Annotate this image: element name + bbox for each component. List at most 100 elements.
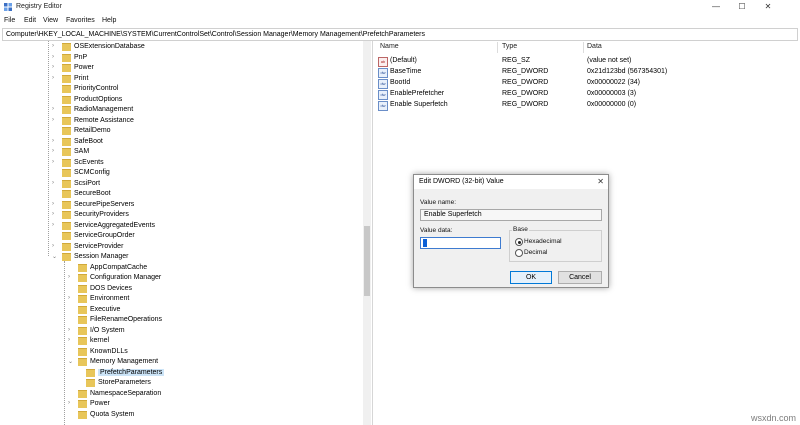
chevron-right-icon[interactable]: › bbox=[52, 201, 59, 209]
column-divider[interactable] bbox=[497, 42, 498, 53]
folder-icon bbox=[62, 138, 71, 146]
minimize-button[interactable]: — bbox=[704, 0, 728, 14]
dialog-title-bar: Edit DWORD (32-bit) Value ✕ bbox=[414, 175, 608, 189]
string-value-icon: ab bbox=[378, 57, 388, 67]
folder-icon bbox=[62, 159, 71, 167]
title-bar: Registry Editor — ☐ ✕ bbox=[0, 0, 800, 14]
chevron-right-icon[interactable]: › bbox=[52, 180, 59, 188]
chevron-right-icon[interactable]: › bbox=[52, 117, 59, 125]
dialog-close-button[interactable]: ✕ bbox=[597, 177, 604, 186]
chevron-right-icon[interactable]: › bbox=[68, 295, 75, 303]
watermark: wsxdn.com bbox=[750, 413, 796, 423]
chevron-right-icon[interactable]: › bbox=[52, 106, 59, 114]
chevron-right-icon[interactable]: › bbox=[52, 159, 59, 167]
value-row[interactable]: dw EnablePrefetcher REG_DWORD 0x00000003… bbox=[374, 89, 794, 100]
base-group bbox=[509, 230, 602, 262]
base-label: Base bbox=[512, 226, 529, 233]
chevron-down-icon[interactable]: ⌄ bbox=[68, 358, 75, 366]
value-data-input[interactable] bbox=[420, 237, 501, 249]
column-divider[interactable] bbox=[583, 42, 584, 53]
folder-icon bbox=[62, 169, 71, 177]
folder-icon bbox=[62, 201, 71, 209]
decimal-radio[interactable] bbox=[515, 249, 523, 257]
column-header-name[interactable]: Name bbox=[380, 43, 399, 53]
menu-view[interactable]: View bbox=[43, 17, 58, 24]
folder-icon bbox=[78, 295, 87, 303]
address-bar[interactable]: Computer\HKEY_LOCAL_MACHINE\SYSTEM\Curre… bbox=[2, 28, 798, 41]
chevron-right-icon[interactable]: › bbox=[52, 54, 59, 62]
column-header-type[interactable]: Type bbox=[502, 43, 517, 53]
folder-icon bbox=[78, 411, 87, 419]
folder-icon bbox=[62, 106, 71, 114]
folder-icon bbox=[62, 43, 71, 51]
folder-icon bbox=[62, 190, 71, 198]
chevron-right-icon[interactable]: › bbox=[52, 211, 59, 219]
chevron-right-icon[interactable]: › bbox=[68, 274, 75, 282]
ok-button[interactable]: OK bbox=[510, 271, 552, 284]
value-row[interactable]: dw Enable Superfetch REG_DWORD 0x0000000… bbox=[374, 100, 794, 111]
close-button[interactable]: ✕ bbox=[756, 0, 780, 14]
folder-icon bbox=[78, 400, 87, 408]
menu-file[interactable]: File bbox=[4, 17, 15, 24]
folder-icon bbox=[62, 54, 71, 62]
chevron-right-icon[interactable]: › bbox=[52, 148, 59, 156]
chevron-right-icon[interactable]: › bbox=[52, 75, 59, 83]
folder-icon bbox=[62, 222, 71, 230]
folder-icon bbox=[62, 96, 71, 104]
chevron-down-icon[interactable]: ⌄ bbox=[52, 253, 59, 261]
value-name-field: Enable Superfetch bbox=[420, 209, 602, 221]
dword-value-icon: dw bbox=[378, 68, 388, 78]
tree-scrollbar[interactable] bbox=[363, 41, 371, 425]
edit-dword-dialog: Edit DWORD (32-bit) Value ✕ Value name: … bbox=[413, 174, 609, 288]
column-header-data[interactable]: Data bbox=[587, 43, 602, 53]
folder-icon bbox=[78, 348, 87, 356]
dword-value-icon: dw bbox=[378, 101, 388, 111]
folder-icon bbox=[78, 285, 87, 293]
dword-value-icon: dw bbox=[378, 90, 388, 100]
cancel-button[interactable]: Cancel bbox=[558, 271, 602, 284]
value-row[interactable]: dw BaseTime REG_DWORD 0x21d123bd (567354… bbox=[374, 67, 794, 78]
registry-editor-icon bbox=[4, 3, 12, 11]
folder-icon bbox=[62, 211, 71, 219]
maximize-button[interactable]: ☐ bbox=[730, 0, 754, 14]
chevron-right-icon[interactable]: › bbox=[68, 400, 75, 408]
address-path: Computer\HKEY_LOCAL_MACHINE\SYSTEM\Curre… bbox=[6, 31, 425, 38]
folder-icon bbox=[62, 148, 71, 156]
selected-text bbox=[423, 239, 427, 247]
folder-icon bbox=[78, 306, 87, 314]
folder-icon bbox=[62, 253, 71, 261]
chevron-right-icon[interactable]: › bbox=[52, 138, 59, 146]
menu-bar: File Edit View Favorites Help bbox=[0, 14, 800, 27]
chevron-right-icon[interactable]: › bbox=[52, 64, 59, 72]
chevron-right-icon[interactable]: › bbox=[52, 43, 59, 51]
menu-edit[interactable]: Edit bbox=[24, 17, 36, 24]
folder-icon bbox=[62, 243, 71, 251]
decimal-label[interactable]: Decimal bbox=[524, 249, 547, 256]
folder-icon bbox=[62, 232, 71, 240]
window-title: Registry Editor bbox=[16, 3, 62, 10]
chevron-right-icon[interactable]: › bbox=[52, 243, 59, 251]
folder-icon bbox=[62, 64, 71, 72]
value-data-label: Value data: bbox=[420, 227, 453, 234]
menu-favorites[interactable]: Favorites bbox=[66, 17, 95, 24]
tree-guide bbox=[48, 41, 49, 256]
hexadecimal-radio[interactable] bbox=[515, 238, 523, 246]
folder-icon bbox=[78, 316, 87, 324]
menu-help[interactable]: Help bbox=[102, 17, 116, 24]
folder-icon bbox=[86, 369, 95, 377]
scrollbar-thumb[interactable] bbox=[364, 226, 370, 296]
chevron-right-icon[interactable]: › bbox=[68, 327, 75, 335]
value-name-label: Value name: bbox=[420, 199, 457, 206]
key-tree[interactable]: › OSExtensionDatabase › PnP › Power › Print … bbox=[2, 41, 373, 425]
chevron-right-icon[interactable]: › bbox=[68, 337, 75, 345]
folder-icon bbox=[62, 85, 71, 93]
value-row[interactable]: ab (Default) REG_SZ (value not set) bbox=[374, 56, 794, 67]
folder-icon bbox=[62, 127, 71, 135]
dialog-title: Edit DWORD (32-bit) Value bbox=[419, 178, 504, 185]
dword-value-icon: dw bbox=[378, 79, 388, 89]
value-row[interactable]: dw BootId REG_DWORD 0x00000022 (34) bbox=[374, 78, 794, 89]
folder-icon bbox=[62, 117, 71, 125]
hexadecimal-label[interactable]: Hexadecimal bbox=[524, 238, 562, 245]
folder-icon bbox=[78, 327, 87, 335]
chevron-right-icon[interactable]: › bbox=[52, 222, 59, 230]
